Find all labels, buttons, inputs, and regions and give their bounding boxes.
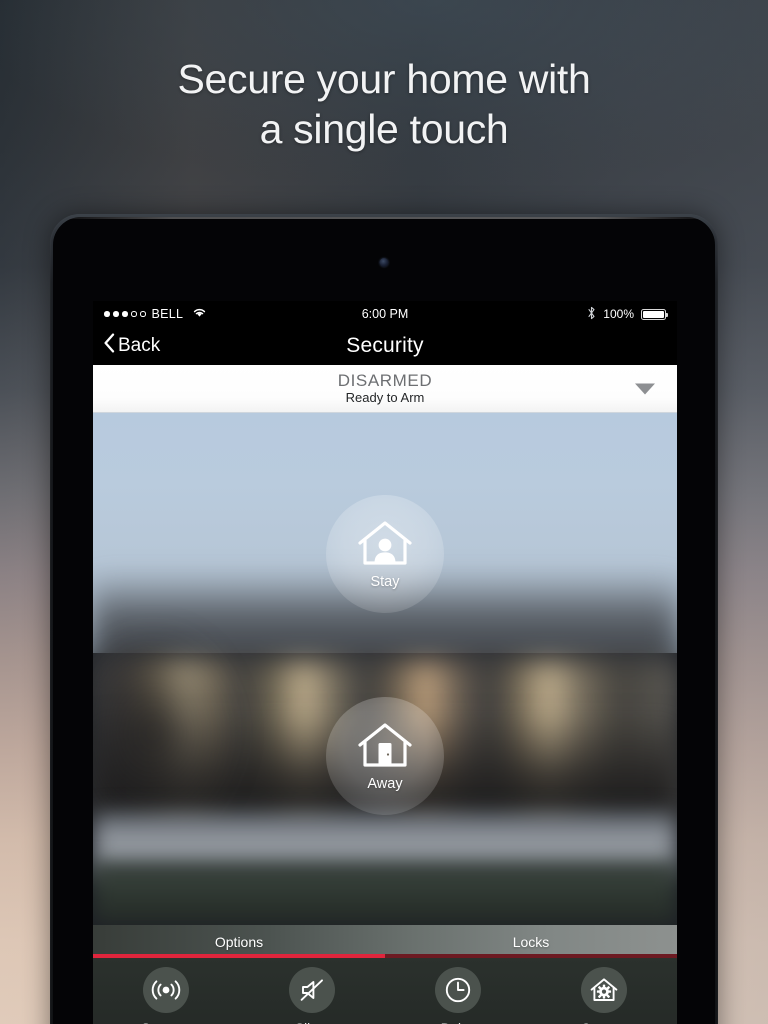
bluetooth-icon	[587, 306, 596, 323]
status-bar-right: 100%	[587, 306, 668, 323]
motion-sensor-icon	[143, 967, 189, 1013]
arm-substatus-text: Ready to Arm	[345, 390, 425, 406]
arm-stay-button[interactable]: Stay	[326, 495, 444, 613]
toolbar-item-sensors[interactable]: Sensors	[93, 967, 239, 1024]
promo-headline-line1: Secure your home with	[177, 56, 591, 102]
clock-icon	[435, 967, 481, 1013]
app-screen: BELL 6:00 PM 100% Back Security DISARMED…	[93, 301, 677, 1024]
arm-away-button[interactable]: Away	[326, 697, 444, 815]
chevron-down-icon[interactable]	[635, 383, 655, 394]
battery-full-icon	[641, 308, 668, 320]
arm-stay-label: Stay	[370, 573, 400, 590]
photo-left-shadow	[93, 623, 243, 843]
back-button-label: Back	[118, 335, 161, 356]
battery-percentage: 100%	[603, 307, 634, 321]
tablet-device-frame: BELL 6:00 PM 100% Back Security DISARMED…	[50, 214, 718, 1024]
arm-status-text: DISARMED	[337, 371, 433, 391]
signal-dot	[122, 311, 128, 317]
tab-bar: Options Locks	[93, 925, 677, 958]
toolbar-item-silent[interactable]: Silent	[239, 967, 385, 1024]
toolbar-item-delay[interactable]: Delay	[385, 967, 531, 1024]
wifi-icon	[192, 307, 207, 321]
signal-dot-empty	[140, 311, 146, 317]
status-bar-left: BELL	[104, 307, 207, 321]
nav-bar: Back Security	[93, 327, 677, 365]
bottom-toolbar: Sensors Silent	[93, 958, 677, 1024]
signal-strength-icon	[104, 311, 146, 317]
status-bar: BELL 6:00 PM 100%	[93, 301, 677, 327]
carrier-name: BELL	[151, 307, 184, 321]
tab-options-label: Options	[214, 933, 264, 950]
house-gear-icon	[581, 967, 627, 1013]
house-person-icon	[356, 519, 414, 569]
speaker-mute-icon	[289, 967, 335, 1013]
photo-lawn	[93, 863, 677, 925]
signal-dot	[104, 311, 110, 317]
tab-locks-label: Locks	[512, 933, 550, 950]
signal-dot-empty	[131, 311, 137, 317]
signal-dot	[113, 311, 119, 317]
tab-indicator	[93, 954, 677, 958]
front-camera-icon	[379, 258, 389, 267]
house-door-icon	[356, 721, 414, 771]
bezel-highlight	[53, 217, 715, 219]
promo-headline-line2: a single touch	[259, 106, 509, 153]
chevron-left-icon	[103, 333, 115, 359]
back-button[interactable]: Back	[103, 333, 160, 359]
arm-away-label: Away	[367, 775, 403, 792]
arm-status-panel[interactable]: DISARMED Ready to Arm	[93, 365, 677, 413]
tablet-bezel: BELL 6:00 PM 100% Back Security DISARMED…	[53, 217, 715, 1024]
promo-headline: Secure your home with a single touch	[0, 54, 768, 154]
promo-screenshot: Secure your home with a single touch BEL…	[0, 0, 768, 1024]
house-photo-background: Stay Away	[93, 413, 677, 925]
page-title: Security	[346, 334, 424, 357]
toolbar-item-custom[interactable]: Custom	[531, 967, 677, 1024]
